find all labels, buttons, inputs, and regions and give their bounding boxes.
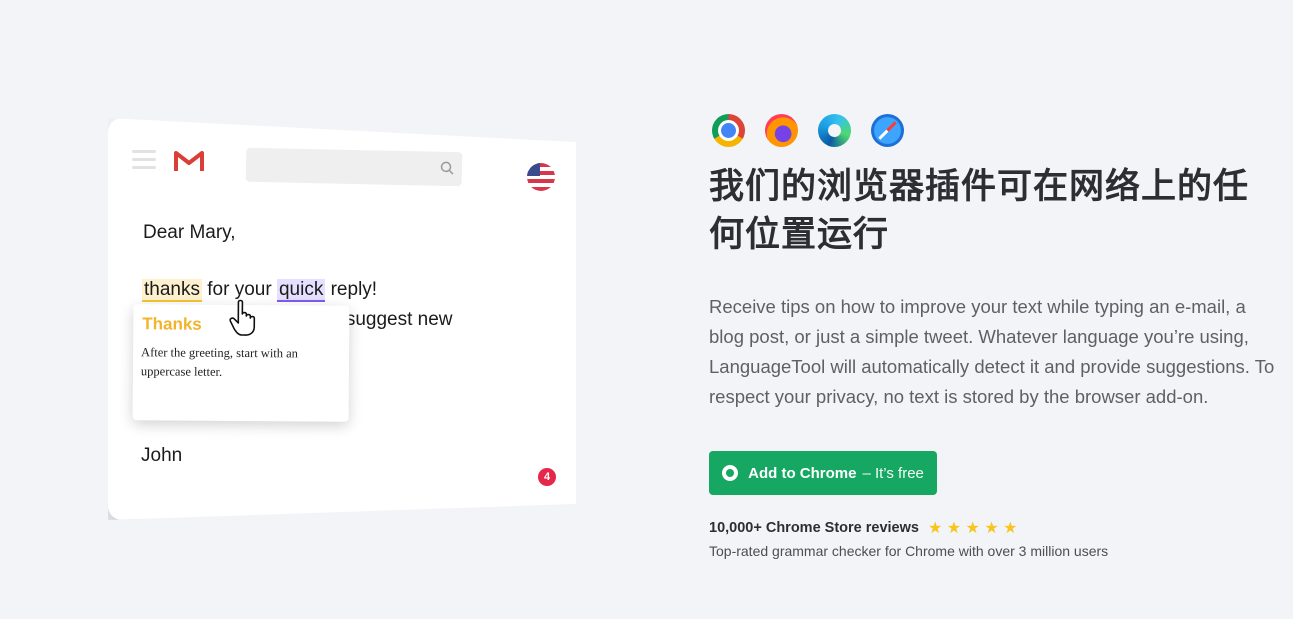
chrome-icon[interactable]	[712, 114, 745, 147]
section-headline: 我们的浏览器插件可在网络上的任何位置运行	[709, 167, 1250, 255]
search-input[interactable]	[245, 147, 463, 187]
reviews-subtext: Top-rated grammar checker for Chrome wit…	[709, 543, 1109, 559]
search-icon	[440, 161, 454, 175]
email-text-segment: for your	[201, 279, 277, 300]
reviews-title: 10,000+ Chrome Store reviews	[709, 520, 919, 536]
suggestion-message: After the greeting, start with an upperc…	[140, 345, 299, 379]
reviews-summary: 10,000+ Chrome Store reviews ★ ★ ★ ★ ★	[709, 518, 1017, 538]
spelling-error-highlight[interactable]: thanks	[142, 279, 202, 302]
safari-icon[interactable]	[871, 114, 904, 147]
hand-cursor-icon	[229, 299, 256, 336]
email-greeting: Dear Mary,	[143, 222, 236, 243]
add-to-chrome-button[interactable]: Add to Chrome – It’s free	[709, 451, 937, 495]
style-suggestion-highlight[interactable]: quick	[276, 279, 326, 302]
cta-suffix: – It’s free	[862, 464, 924, 482]
email-card: Dear Mary, thanks for your quick reply! …	[108, 118, 576, 520]
suggestion-popup[interactable]: Thanks After the greeting, start with an…	[132, 299, 350, 422]
edge-icon[interactable]	[818, 114, 851, 147]
suggestion-replacement[interactable]: Thanks	[142, 314, 202, 334]
email-mockup: Dear Mary, thanks for your quick reply! …	[108, 118, 578, 522]
email-text-segment: reply!	[325, 279, 378, 300]
firefox-icon[interactable]	[765, 114, 798, 147]
supported-browsers	[712, 114, 904, 147]
us-flag-icon	[527, 163, 555, 191]
notification-badge: 4	[538, 468, 556, 486]
star-rating-icon: ★ ★ ★ ★ ★	[927, 520, 1018, 537]
section-description: Receive tips on how to improve your text…	[709, 296, 1275, 407]
chrome-icon	[722, 465, 739, 481]
email-line-1: thanks for your quick reply!	[142, 279, 378, 302]
email-signature: John	[141, 445, 183, 466]
hamburger-menu-icon	[132, 150, 156, 174]
gmail-logo-icon	[174, 151, 204, 171]
cta-label: Add to Chrome	[748, 464, 857, 482]
